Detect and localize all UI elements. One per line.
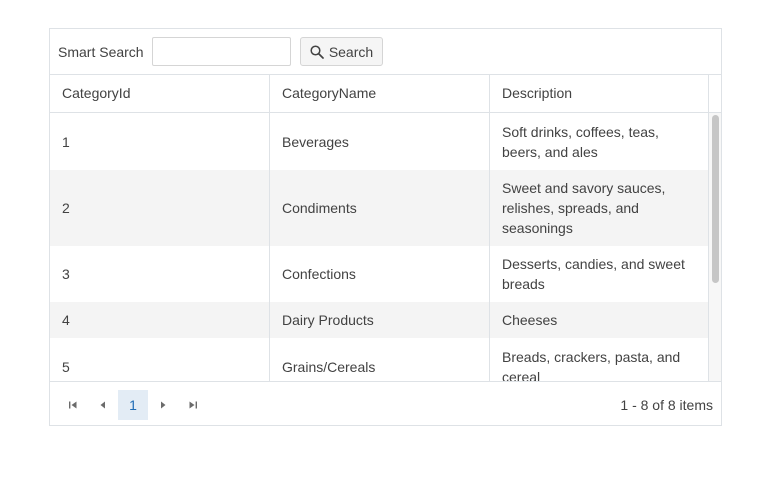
next-page-button[interactable] <box>148 390 178 420</box>
pager-info: 1 - 8 of 8 items <box>620 397 713 413</box>
table-row[interactable]: 4 Dairy Products Cheeses <box>50 302 709 338</box>
header-scroll-gutter <box>709 75 721 112</box>
search-button[interactable]: Search <box>300 37 383 66</box>
last-page-button[interactable] <box>178 390 208 420</box>
next-page-icon <box>161 401 166 409</box>
first-page-icon <box>69 401 77 409</box>
table-row[interactable]: 1 Beverages Soft drinks, coffees, teas, … <box>50 113 709 170</box>
grid-toolbar: Smart Search Search <box>50 29 721 75</box>
search-icon <box>310 44 324 59</box>
grid-header: CategoryId CategoryName Description <box>50 75 721 113</box>
cell-description: Cheeses <box>490 302 709 338</box>
cell-categoryname: Condiments <box>270 170 490 246</box>
cell-description: Sweet and savory sauces, relishes, sprea… <box>490 170 709 246</box>
cell-categoryname: Beverages <box>270 113 490 170</box>
table-row[interactable]: 5 Grains/Cereals Breads, crackers, pasta… <box>50 338 709 381</box>
cell-categoryname: Confections <box>270 246 490 302</box>
cell-categoryid: 4 <box>50 302 270 338</box>
cell-description: Desserts, candies, and sweet breads <box>490 246 709 302</box>
cell-categoryid: 2 <box>50 170 270 246</box>
smart-search-label: Smart Search <box>58 43 144 60</box>
page-number-button[interactable]: 1 <box>118 390 148 420</box>
table-row[interactable]: 3 Confections Desserts, candies, and swe… <box>50 246 709 302</box>
column-header-categoryname[interactable]: CategoryName <box>270 75 490 112</box>
cell-description: Breads, crackers, pasta, and cereal <box>490 338 709 381</box>
smart-search-input[interactable] <box>152 37 291 66</box>
column-header-categoryid[interactable]: CategoryId <box>50 75 270 112</box>
data-grid: Smart Search Search CategoryId CategoryN… <box>49 28 722 426</box>
search-button-label: Search <box>328 43 374 60</box>
scrollbar-thumb[interactable] <box>712 115 719 283</box>
cell-description: Soft drinks, coffees, teas, beers, and a… <box>490 113 709 170</box>
grid-pager: 1 1 - 8 of 8 items <box>50 381 721 425</box>
vertical-scrollbar[interactable] <box>709 113 721 381</box>
cell-categoryid: 1 <box>50 113 270 170</box>
table-row[interactable]: 2 Condiments Sweet and savory sauces, re… <box>50 170 709 246</box>
first-page-button[interactable] <box>58 390 88 420</box>
cell-categoryname: Dairy Products <box>270 302 490 338</box>
cell-categoryid: 5 <box>50 338 270 381</box>
cell-categoryname: Grains/Cereals <box>270 338 490 381</box>
previous-page-button[interactable] <box>88 390 118 420</box>
cell-categoryid: 3 <box>50 246 270 302</box>
grid-body: 1 Beverages Soft drinks, coffees, teas, … <box>50 113 721 381</box>
last-page-icon <box>189 401 197 409</box>
column-header-description[interactable]: Description <box>490 75 709 112</box>
previous-page-icon <box>100 401 105 409</box>
